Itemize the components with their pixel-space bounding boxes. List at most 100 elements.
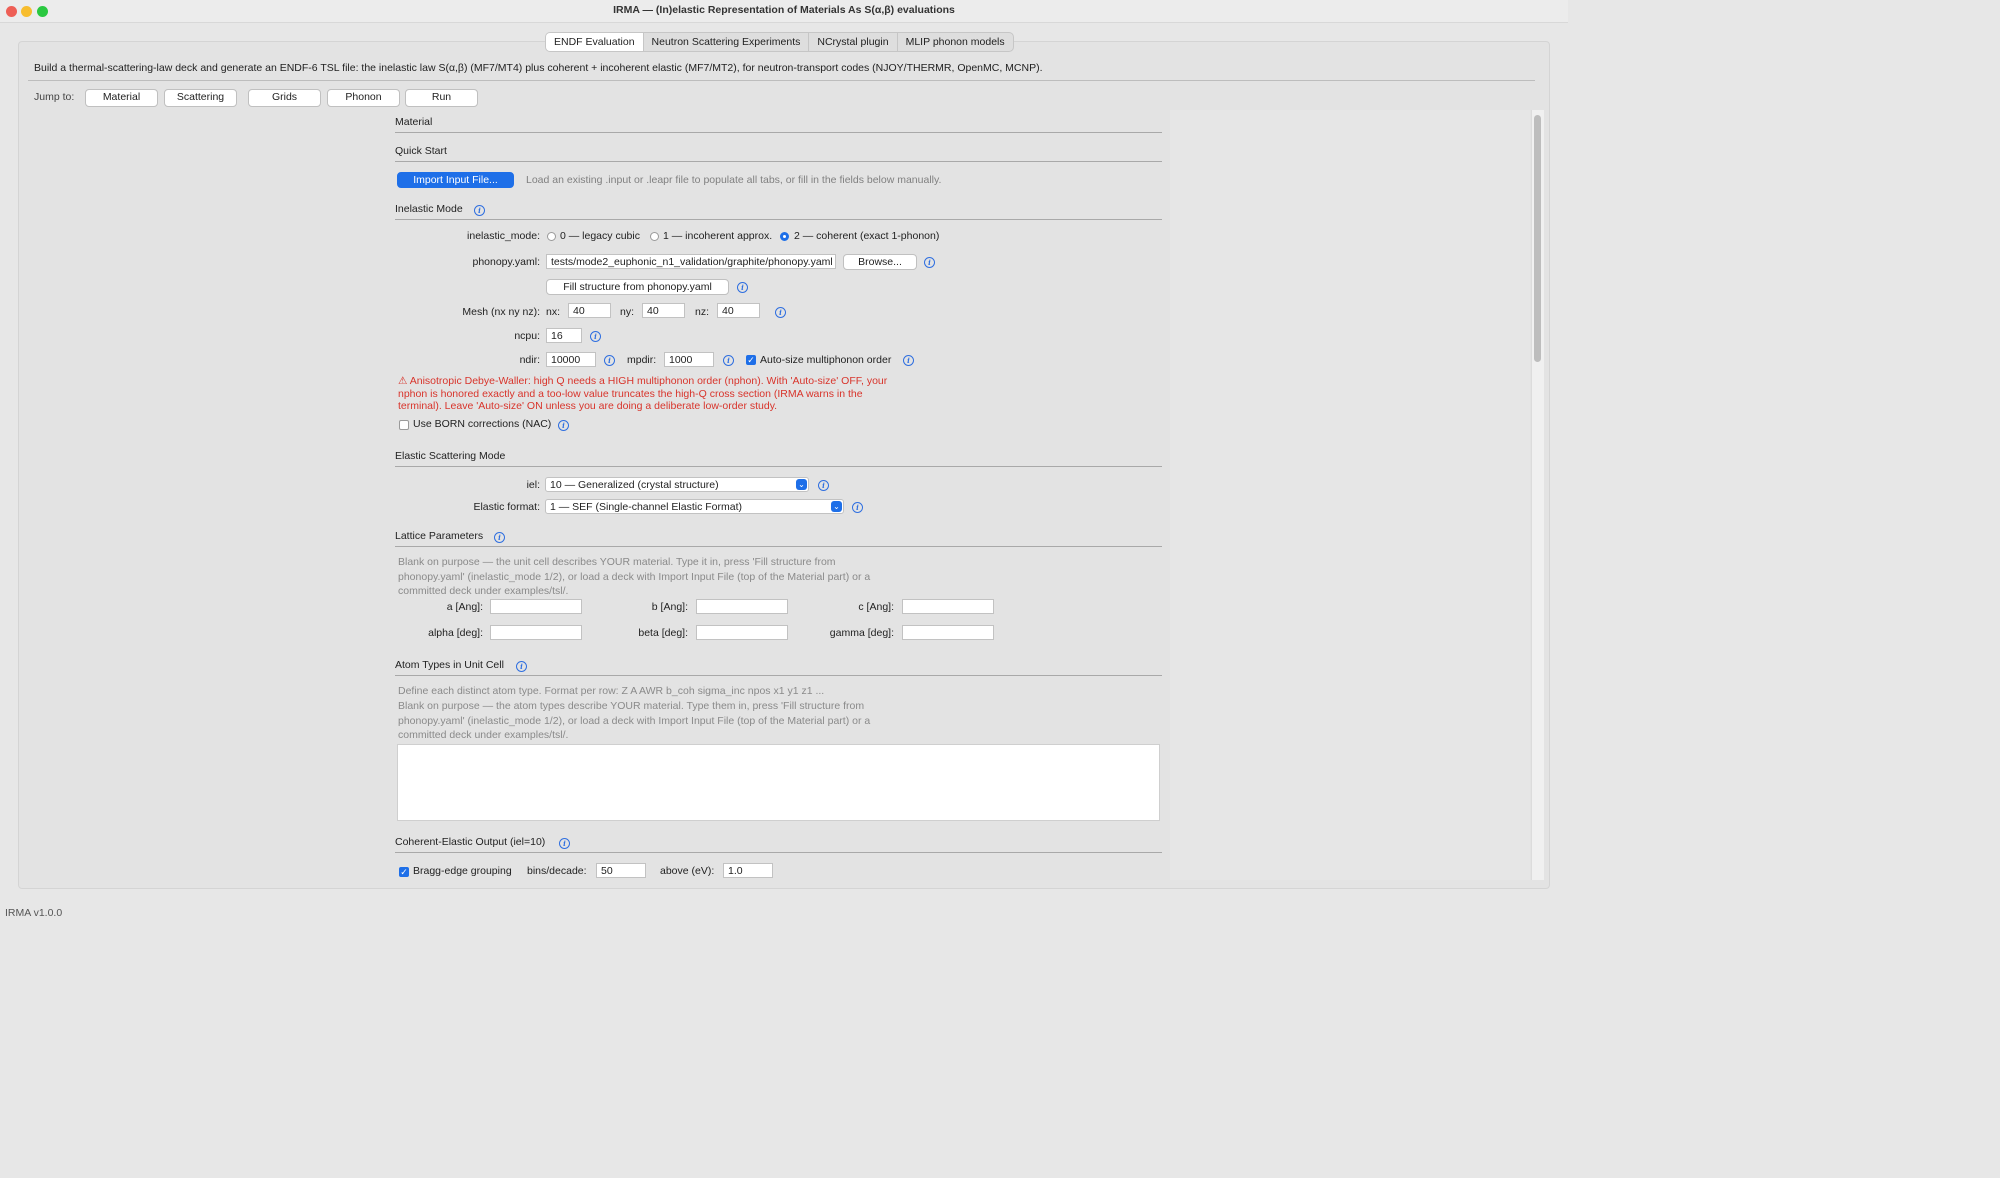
divider	[395, 852, 1162, 853]
info-icon[interactable]: i	[775, 307, 786, 318]
divider	[395, 161, 1162, 162]
section-elastic-mode-heading: Elastic Scattering Mode	[395, 450, 506, 462]
jump-to-label: Jump to:	[34, 91, 75, 103]
mpdir-input[interactable]: 1000	[664, 352, 714, 367]
elastic-format-selected-value: 1 — SEF (Single-channel Elastic Format)	[550, 501, 742, 513]
iel-select[interactable]: 10 — Generalized (crystal structure) ⌄	[545, 477, 809, 492]
bragg-edge-grouping-checkbox[interactable]: ✓	[399, 867, 409, 877]
nx-label: nx:	[546, 306, 561, 318]
lattice-alpha-label: alpha [deg]:	[428, 627, 483, 639]
radio-mode-0-label: 0 — legacy cubic	[560, 230, 640, 242]
lattice-gamma-label: gamma [deg]:	[829, 627, 894, 639]
info-icon[interactable]: i	[474, 205, 485, 216]
autosize-multiphonon-label: Auto-size multiphonon order	[760, 354, 892, 366]
info-icon[interactable]: i	[852, 502, 863, 513]
divider	[395, 675, 1162, 676]
phonopy-yaml-label: phonopy.yaml:	[472, 256, 540, 268]
import-input-file-button[interactable]: Import Input File...	[397, 172, 514, 188]
above-ev-label: above (eV):	[660, 865, 715, 877]
divider	[395, 466, 1162, 467]
info-icon[interactable]: i	[559, 838, 570, 849]
lattice-b-label: b [Ang]:	[651, 601, 688, 613]
page-description: Build a thermal-scattering-law deck and …	[34, 62, 1043, 74]
radio-mode-1-label: 1 — incoherent approx.	[663, 230, 773, 242]
iel-label: iel:	[526, 479, 540, 491]
born-corrections-checkbox[interactable]	[399, 420, 409, 430]
radio-mode-1[interactable]	[650, 232, 659, 241]
lattice-beta-label: beta [deg]:	[638, 627, 688, 639]
elastic-format-label: Elastic format:	[473, 501, 540, 513]
iel-selected-value: 10 — Generalized (crystal structure)	[550, 479, 719, 491]
radio-mode-0[interactable]	[547, 232, 556, 241]
divider	[395, 132, 1162, 133]
info-icon[interactable]: i	[818, 480, 829, 491]
section-material-heading: Material	[395, 116, 433, 128]
debye-waller-warning: ⚠ Anisotropic Debye-Waller: high Q needs…	[398, 375, 888, 412]
mpdir-label: mpdir:	[627, 354, 657, 366]
fill-structure-button[interactable]: Fill structure from phonopy.yaml	[546, 279, 729, 295]
lattice-hint: Blank on purpose — the unit cell describ…	[398, 556, 871, 597]
ncpu-label: ncpu:	[514, 330, 540, 342]
autosize-multiphonon-checkbox[interactable]: ✓	[746, 355, 756, 365]
section-coherent-output-heading: Coherent-Elastic Output (iel=10)	[395, 836, 546, 848]
radio-mode-2-label: 2 — coherent (exact 1-phonon)	[794, 230, 940, 242]
lattice-alpha-input[interactable]	[490, 625, 582, 640]
lattice-a-input[interactable]	[490, 599, 582, 614]
atom-types-hint: Blank on purpose — the atom types descri…	[398, 700, 871, 741]
elastic-format-select[interactable]: 1 — SEF (Single-channel Elastic Format) …	[545, 499, 844, 514]
info-icon[interactable]: i	[494, 532, 505, 543]
radio-mode-2[interactable]	[780, 232, 789, 241]
info-icon[interactable]: i	[924, 257, 935, 268]
mesh-ny-input[interactable]: 40	[642, 303, 685, 318]
lattice-beta-input[interactable]	[696, 625, 788, 640]
born-corrections-label: Use BORN corrections (NAC)	[413, 418, 552, 430]
atom-types-textarea[interactable]	[397, 744, 1160, 821]
lattice-c-input[interactable]	[902, 599, 994, 614]
section-inelastic-mode-heading: Inelastic Mode	[395, 203, 463, 215]
bins-per-decade-input[interactable]: 50	[596, 863, 646, 878]
section-atom-types-heading: Atom Types in Unit Cell	[395, 659, 504, 671]
info-icon[interactable]: i	[723, 355, 734, 366]
info-icon[interactable]: i	[903, 355, 914, 366]
divider	[395, 546, 1162, 547]
info-icon[interactable]: i	[737, 282, 748, 293]
above-ev-input[interactable]: 1.0	[723, 863, 773, 878]
version-status: IRMA v1.0.0	[5, 907, 63, 919]
ndir-label: ndir:	[519, 354, 540, 366]
scrollbar-thumb[interactable]	[1534, 115, 1541, 362]
inelastic-mode-label: inelastic_mode:	[467, 230, 540, 242]
tab-ncrystal-plugin[interactable]: NCrystal plugin	[809, 33, 898, 51]
ny-label: ny:	[620, 306, 635, 318]
browse-button[interactable]: Browse...	[843, 254, 917, 270]
right-pane	[1170, 110, 1530, 880]
ndir-input[interactable]: 10000	[546, 352, 596, 367]
tab-mlip-phonon-models[interactable]: MLIP phonon models	[898, 33, 1013, 51]
info-icon[interactable]: i	[604, 355, 615, 366]
bins-per-decade-label: bins/decade:	[527, 865, 587, 877]
jump-phonon-button[interactable]: Phonon	[327, 89, 400, 107]
info-icon[interactable]: i	[590, 331, 601, 342]
lattice-gamma-input[interactable]	[902, 625, 994, 640]
mesh-label: Mesh (nx ny nz):	[462, 306, 540, 318]
jump-material-button[interactable]: Material	[85, 89, 158, 107]
tab-endf-evaluation[interactable]: ENDF Evaluation	[546, 33, 644, 51]
divider	[395, 219, 1162, 220]
mesh-nx-input[interactable]: 40	[568, 303, 611, 318]
tab-neutron-scattering-experiments[interactable]: Neutron Scattering Experiments	[644, 33, 810, 51]
lattice-c-label: c [Ang]:	[858, 601, 894, 613]
chevron-down-icon: ⌄	[831, 501, 842, 512]
info-icon[interactable]: i	[558, 420, 569, 431]
jump-grids-button[interactable]: Grids	[248, 89, 321, 107]
lattice-b-input[interactable]	[696, 599, 788, 614]
mesh-nz-input[interactable]: 40	[717, 303, 760, 318]
jump-run-button[interactable]: Run	[405, 89, 478, 107]
phonopy-yaml-path-input[interactable]: tests/mode2_euphonic_n1_validation/graph…	[546, 254, 836, 269]
jump-scattering-button[interactable]: Scattering	[164, 89, 237, 107]
quick-start-hint: Load an existing .input or .leapr file t…	[526, 174, 942, 186]
bragg-edge-grouping-label: Bragg-edge grouping	[413, 865, 512, 877]
chevron-down-icon: ⌄	[796, 479, 807, 490]
info-icon[interactable]: i	[516, 661, 527, 672]
atom-types-format-hint: Define each distinct atom type. Format p…	[398, 685, 825, 697]
section-quick-start-heading: Quick Start	[395, 145, 447, 157]
ncpu-input[interactable]: 16	[546, 328, 582, 343]
